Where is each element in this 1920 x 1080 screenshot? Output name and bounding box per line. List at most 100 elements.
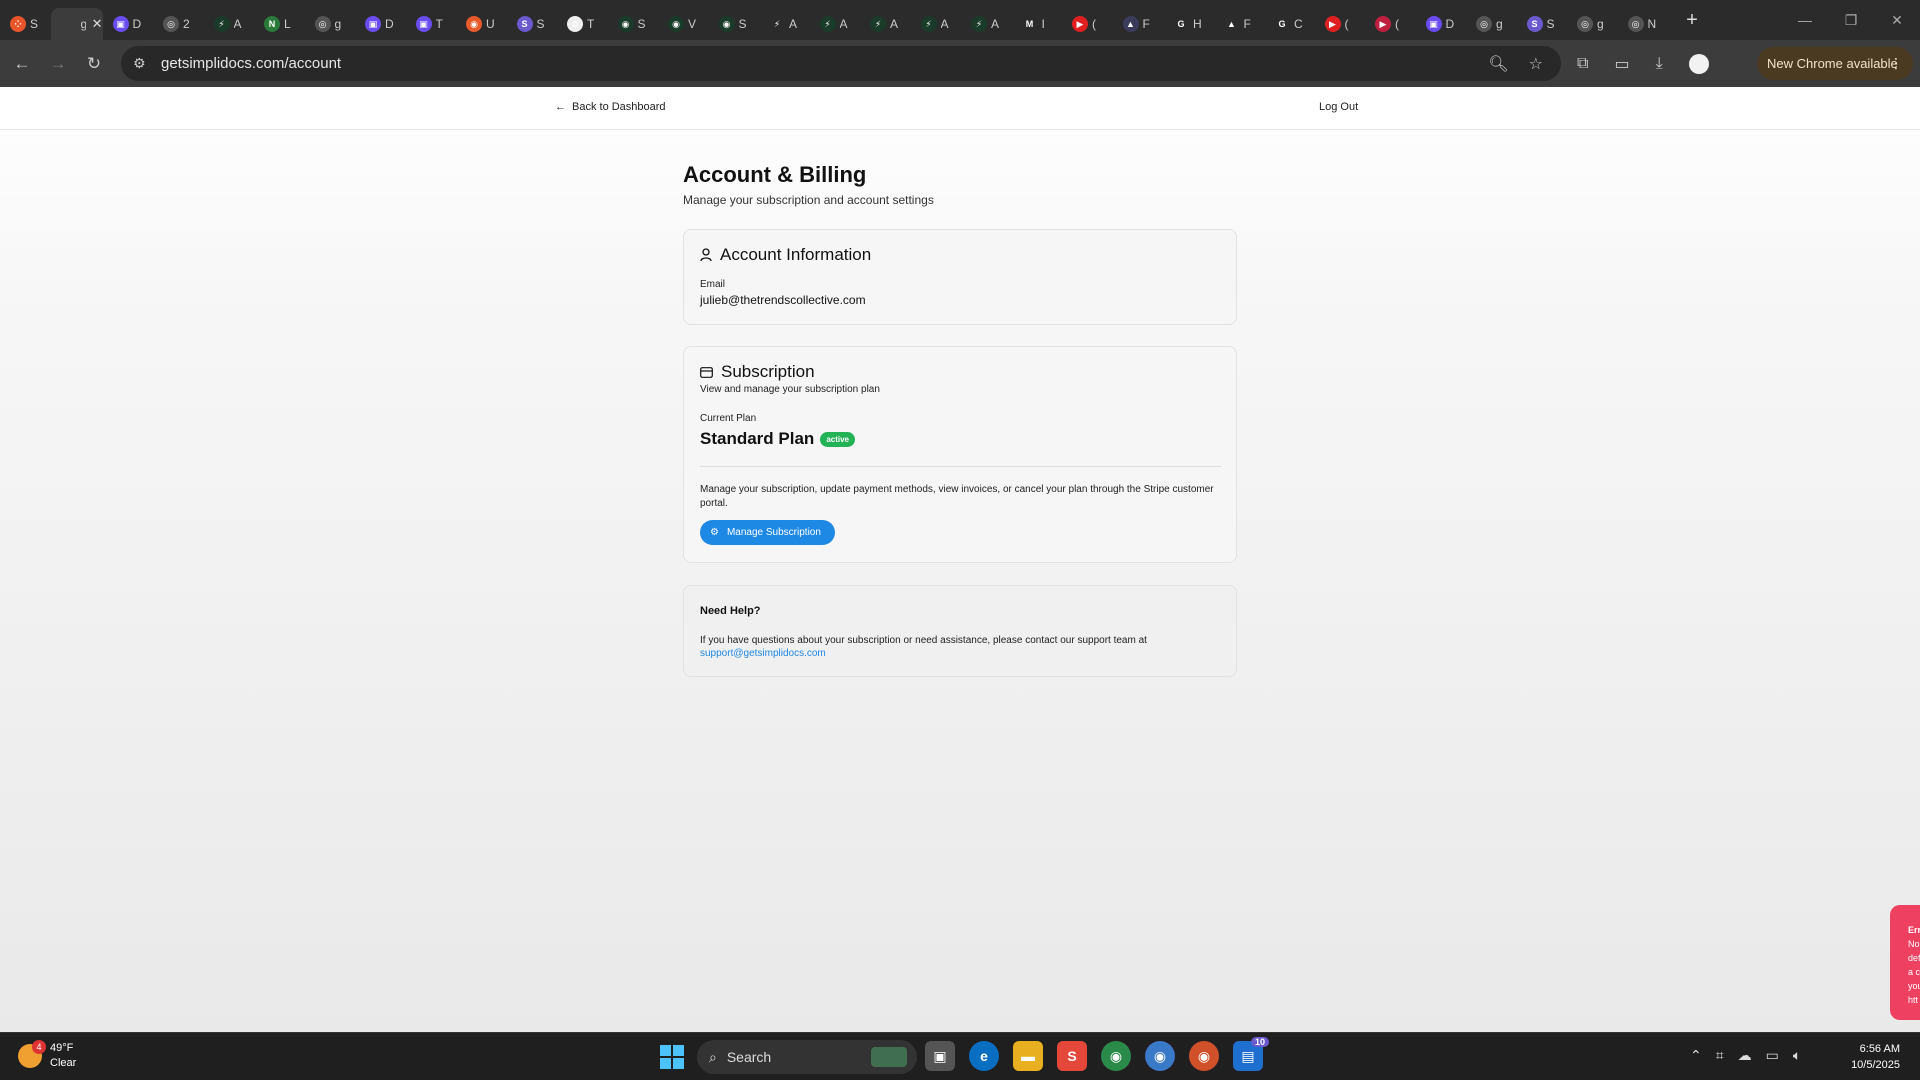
url-text[interactable]: getsimplidocs.com/account bbox=[161, 55, 341, 72]
tab-favicon-icon: ▣ bbox=[365, 16, 381, 32]
messaging-app-icon[interactable]: ▤ 10 bbox=[1233, 1037, 1269, 1071]
browser-tab[interactable]: g ✕ bbox=[50, 8, 103, 40]
browser-tab[interactable]: ◎ g bbox=[1567, 8, 1618, 40]
browser-tab[interactable]: ◎ g bbox=[1466, 8, 1517, 40]
close-window-icon[interactable]: ✕ bbox=[1874, 0, 1920, 40]
back-arrow-icon[interactable]: ← bbox=[4, 46, 40, 82]
restore-icon[interactable]: ❐ bbox=[1828, 0, 1874, 40]
file-explorer-icon[interactable]: ▬ bbox=[1013, 1041, 1043, 1071]
tab-title: S bbox=[738, 17, 747, 31]
browser-tab[interactable]: SS bbox=[507, 8, 558, 40]
chrome-update-button[interactable]: New Chrome available ⋮ bbox=[1757, 47, 1913, 80]
tab-favicon-icon: ▣ bbox=[112, 16, 129, 32]
email-value: julieb@thetrendscollective.com bbox=[700, 293, 866, 307]
browser-tab[interactable]: ◎ 2 bbox=[153, 8, 204, 40]
logout-link[interactable]: Log Out bbox=[1319, 101, 1358, 113]
browser-tab[interactable]: ▲ F bbox=[1214, 8, 1265, 40]
browser-tab[interactable]: ◉ S bbox=[709, 8, 760, 40]
search-icon: ⌕ bbox=[709, 1048, 717, 1065]
browser-tab[interactable]: ◉ V bbox=[658, 8, 709, 40]
browser-tab[interactable]: ⁘ S bbox=[0, 8, 51, 40]
tab-favicon-icon: ⚡ bbox=[920, 16, 937, 32]
browser-tab[interactable]: ⚡ A bbox=[810, 8, 861, 40]
browser-tab[interactable]: ▶( bbox=[1062, 8, 1113, 40]
tab-title: S bbox=[1546, 17, 1555, 31]
browser-tab[interactable]: ⚡ A bbox=[911, 8, 962, 40]
new-tab-icon[interactable]: + bbox=[1678, 9, 1706, 32]
browser-tab[interactable]: MI bbox=[1012, 8, 1063, 40]
error-toast[interactable]: Err No def a c you htt bbox=[1890, 905, 1920, 1020]
forward-arrow-icon[interactable]: → bbox=[40, 46, 76, 82]
browser-tab[interactable]: ✿ T bbox=[557, 8, 608, 40]
extensions-icon[interactable]: ⧉ bbox=[1577, 55, 1588, 73]
tab-title: T bbox=[435, 17, 443, 31]
tab-title: H bbox=[1193, 17, 1202, 31]
browser-tab[interactable]: ◎ g bbox=[305, 8, 356, 40]
chrome-icon[interactable]: ◉ bbox=[1101, 1041, 1131, 1071]
address-bar[interactable]: ⚙ getsimplidocs.com/account 🔍︎ ☆ bbox=[121, 46, 1561, 81]
clock[interactable]: 6:56 AM 10/5/2025 bbox=[1851, 1041, 1900, 1073]
chrome-canary-icon[interactable]: ◉ bbox=[1189, 1041, 1219, 1071]
email-label: Email bbox=[700, 279, 726, 290]
arrow-left-icon: ← bbox=[555, 101, 566, 113]
browser-tab[interactable]: ▣ T bbox=[406, 8, 457, 40]
app-s-icon[interactable]: S bbox=[1057, 1041, 1087, 1071]
browser-tab[interactable]: ◎ N bbox=[1618, 8, 1669, 40]
tab-favicon-icon: ▶ bbox=[1324, 16, 1341, 32]
browser-tab[interactable]: NL bbox=[254, 8, 305, 40]
browser-tab[interactable]: ▣ D bbox=[1416, 8, 1467, 40]
download-icon[interactable]: ⤓ bbox=[1656, 55, 1663, 73]
browser-tab[interactable]: ▲ F bbox=[1113, 8, 1164, 40]
status-badge: active bbox=[820, 431, 855, 447]
tab-favicon-icon: ◎ bbox=[1476, 16, 1492, 32]
browser-tab[interactable]: ⚡ A bbox=[961, 8, 1012, 40]
app-badge: 10 bbox=[1250, 1037, 1269, 1047]
page-title: Account & Billing bbox=[683, 162, 867, 187]
network-icon[interactable]: ▭ bbox=[1766, 1047, 1779, 1064]
browser-toolbar: ← → ↻ ⚙ getsimplidocs.com/account 🔍︎ ☆ ⧉… bbox=[0, 40, 1920, 87]
browser-tab[interactable]: ◉ S bbox=[608, 8, 659, 40]
tab-favicon-icon: ◎ bbox=[1627, 16, 1644, 32]
task-view-icon[interactable]: ▣ bbox=[925, 1041, 955, 1071]
edge-icon[interactable]: e bbox=[969, 1041, 999, 1071]
windows-start-icon[interactable] bbox=[660, 1045, 684, 1069]
reload-icon[interactable]: ↻ bbox=[76, 46, 112, 82]
browser-tab[interactable]: SS bbox=[1517, 8, 1568, 40]
browser-tab[interactable]: GH bbox=[1163, 8, 1214, 40]
tab-title: A bbox=[789, 17, 798, 31]
support-email-link[interactable]: support@getsimplidocs.com bbox=[700, 648, 826, 659]
tab-favicon-icon: ◉ bbox=[466, 16, 482, 32]
browser-tab[interactable]: ⚡ A bbox=[860, 8, 911, 40]
reading-list-icon[interactable]: ▭ bbox=[1614, 54, 1629, 74]
browser-tab[interactable]: ▣ D bbox=[103, 8, 154, 40]
close-tab-icon[interactable]: ✕ bbox=[92, 16, 103, 32]
browser-tab[interactable]: ⚡ A bbox=[759, 8, 810, 40]
browser-tab[interactable]: GC bbox=[1264, 8, 1315, 40]
profile-avatar[interactable] bbox=[1688, 53, 1709, 74]
menu-dots-icon[interactable]: ⋮ bbox=[1889, 55, 1903, 72]
credit-card-icon bbox=[700, 366, 713, 378]
site-info-icon[interactable]: ⚙ bbox=[133, 55, 153, 72]
weather-widget[interactable]: 4 49°F Clear bbox=[18, 1040, 76, 1071]
tab-title: T bbox=[587, 17, 595, 31]
zoom-icon[interactable]: 🔍︎ bbox=[1488, 54, 1508, 74]
browser-tab[interactable]: ▣ D bbox=[355, 8, 406, 40]
manage-subscription-button[interactable]: ⚙ Manage Subscription bbox=[700, 520, 835, 545]
browser-tab[interactable]: ▶( bbox=[1315, 8, 1366, 40]
minimize-icon[interactable]: — bbox=[1782, 0, 1828, 40]
browser-tab[interactable]: ▶( bbox=[1365, 8, 1416, 40]
tab-favicon-icon: G bbox=[1173, 16, 1189, 32]
cloud-icon[interactable]: ☁ bbox=[1738, 1047, 1752, 1064]
browser-tab[interactable]: ⚡ A bbox=[204, 8, 255, 40]
chevron-up-icon[interactable]: ⌃ bbox=[1690, 1047, 1702, 1064]
gear-icon: ⚙ bbox=[710, 527, 719, 538]
snip-icon[interactable]: ⌗ bbox=[1716, 1047, 1724, 1064]
volume-icon[interactable]: 🔈︎ bbox=[1793, 1047, 1801, 1064]
browser-tab[interactable]: ◉ U bbox=[456, 8, 507, 40]
taskbar-search[interactable]: ⌕ Search bbox=[697, 1040, 917, 1074]
bookmark-star-icon[interactable]: ☆ bbox=[1529, 54, 1543, 74]
chrome-profile-icon[interactable]: ◉ bbox=[1145, 1041, 1175, 1071]
subscription-heading-text: Subscription bbox=[721, 362, 815, 381]
back-to-dashboard-link[interactable]: ← Back to Dashboard bbox=[555, 101, 666, 113]
system-tray: ⌃ ⌗ ☁ ▭ 🔈︎ bbox=[1690, 1047, 1801, 1064]
